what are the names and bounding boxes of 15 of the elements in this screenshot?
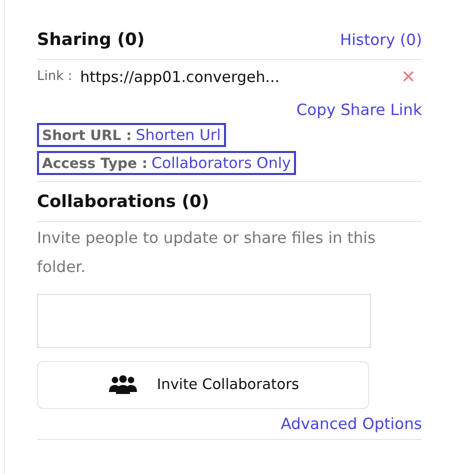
- access-type-link[interactable]: Collaborators Only: [151, 154, 291, 172]
- section-title: Sharing (0): [37, 30, 145, 50]
- people-group-icon: [106, 375, 139, 395]
- short-url-label: Short URL :: [42, 128, 132, 144]
- link-label: Link :: [37, 69, 72, 84]
- copy-share-link[interactable]: Copy Share Link: [296, 101, 422, 119]
- history-link[interactable]: History (0): [340, 31, 422, 49]
- shorten-url-link[interactable]: Shorten Url: [136, 126, 221, 144]
- input-field[interactable]: [37, 294, 371, 348]
- link-value: https://app01.convergeh...: [80, 68, 280, 86]
- section-title: Collaborations (0): [37, 192, 210, 212]
- access-type-label: Access Type :: [42, 156, 148, 172]
- description-text: Invite people to update or share files in this folder.: [37, 228, 377, 278]
- advanced-options-link[interactable]: Advanced Options: [280, 415, 422, 433]
- invite-collaborators-button[interactable]: Invite Collaborators: [37, 361, 369, 409]
